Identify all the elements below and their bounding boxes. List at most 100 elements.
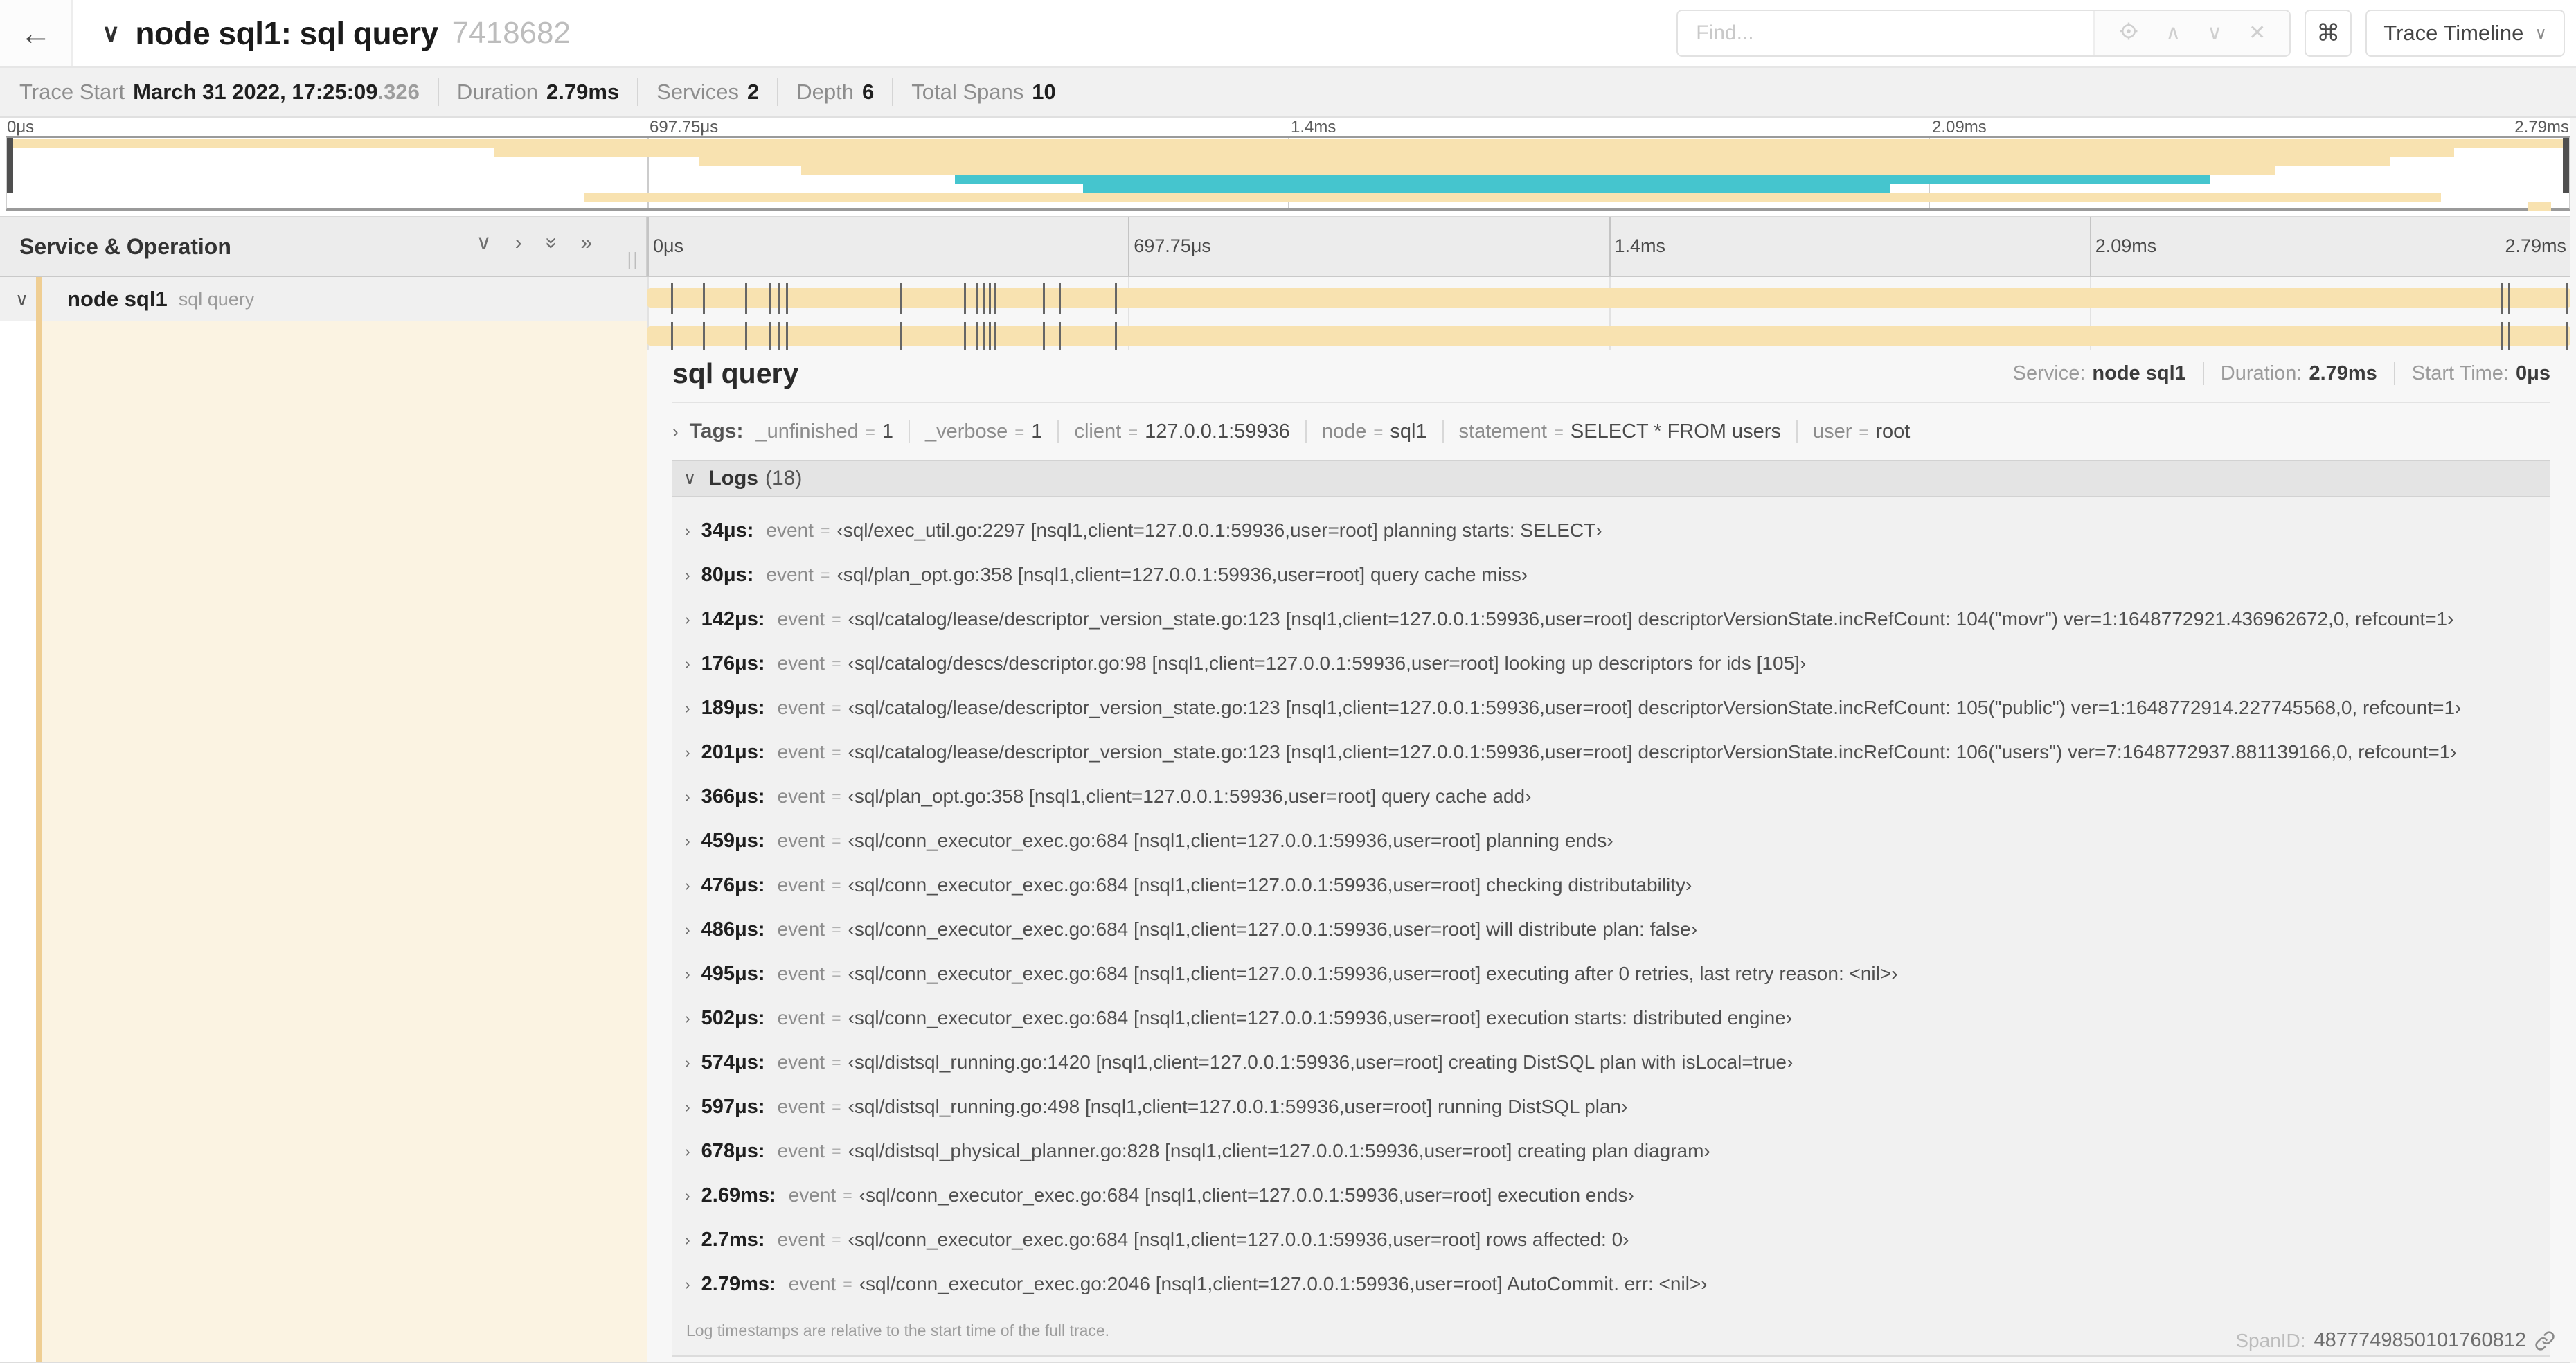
equals-sign: = — [820, 565, 830, 584]
log-field-value: ‹sql/distsql_running.go:1420 [nsql1,clie… — [848, 1051, 1794, 1073]
tag-item: user = root — [1813, 420, 1910, 443]
detail-meta: Service: node sql1 Duration: 2.79ms Star… — [2013, 362, 2550, 385]
divider — [1442, 420, 1444, 443]
log-marker — [745, 283, 748, 314]
find-input[interactable] — [1678, 11, 2094, 55]
span-bar-cell[interactable] — [647, 277, 2570, 321]
summary-value-suffix: .326 — [377, 80, 420, 104]
view-selector-button[interactable]: Trace Timeline ∨ — [2365, 10, 2565, 57]
divider — [892, 78, 894, 106]
log-entry[interactable]: › 189μs: event = ‹sql/catalog/lease/descript… — [672, 686, 2550, 730]
minimap-scrubber-left[interactable] — [7, 138, 13, 193]
service-operation-title: Service & Operation — [19, 233, 231, 259]
log-marker — [900, 322, 902, 350]
double-chevron-down-icon[interactable]: » — [540, 238, 563, 249]
minimap-span-bar — [2528, 202, 2552, 211]
service-operation-header: Service & Operation ∨ › » » || — [0, 217, 647, 276]
log-entry[interactable]: › 2.79ms: event = ‹sql/conn_executor_exec.go… — [672, 1262, 2550, 1306]
chevron-up-icon[interactable]: ∧ — [2165, 23, 2181, 44]
tag-key: _verbose — [924, 420, 1008, 443]
trace-title-wrap[interactable]: ∨ node sql1: sql query 7418682 — [102, 15, 571, 52]
equals-sign: = — [1014, 422, 1025, 442]
keyboard-shortcuts-button[interactable]: ⌘ — [2305, 10, 2352, 57]
logs-header[interactable]: ∨ Logs (18) — [672, 460, 2550, 497]
log-entry[interactable]: › 201μs: event = ‹sql/catalog/lease/descript… — [672, 730, 2550, 774]
ruler-tick-label: 2.09ms — [2095, 235, 2157, 256]
log-entry[interactable]: › 34μs: event = ‹sql/exec_util.go:2297 [nsql… — [672, 508, 2550, 553]
span-name: sql query — [672, 357, 799, 389]
log-marker — [786, 322, 789, 350]
log-field-value: ‹sql/conn_executor_exec.go:2046 [nsql1,c… — [859, 1273, 1708, 1294]
log-field-key: event — [777, 1051, 825, 1073]
crosshair-icon[interactable] — [2118, 21, 2139, 46]
log-entry[interactable]: › 574μs: event = ‹sql/distsql_running.go:142… — [672, 1040, 2550, 1085]
minimap-scrubber-right[interactable] — [2563, 138, 2569, 193]
summary-value: 2.79ms — [546, 80, 620, 104]
chevron-right-icon: › — [685, 565, 690, 584]
detail-title-row: sql query Service: node sql1 Duration: 2… — [672, 352, 2550, 395]
trace-summary-bar: Trace Start March 31 2022, 17:25:09.326 Du… — [0, 66, 2576, 118]
log-entry[interactable]: › 176μs: event = ‹sql/catalog/descs/descript… — [672, 641, 2550, 686]
log-field-value: ‹sql/catalog/lease/descriptor_version_st… — [848, 741, 2457, 763]
span-name-cell[interactable]: ∨ node sql1 sql query — [0, 277, 647, 321]
service-name: node sql1 — [67, 287, 168, 311]
spanid-row: SpanID: 4877749850101760812 — [2235, 1329, 2555, 1352]
chevron-right-icon: › — [685, 521, 690, 540]
divider — [1796, 420, 1798, 443]
log-timestamp: 459μs: — [701, 829, 765, 852]
log-entry[interactable]: › 678μs: event = ‹sql/distsql_physical_plann… — [672, 1129, 2550, 1173]
chevron-down-icon[interactable]: ∨ — [15, 289, 28, 310]
operation-name: sql query — [178, 288, 255, 310]
log-marker — [975, 283, 978, 314]
back-button[interactable]: ← — [0, 0, 73, 66]
log-marker — [2501, 322, 2504, 350]
log-entry[interactable]: › 486μs: event = ‹sql/conn_executor_exec.go:… — [672, 907, 2550, 952]
equals-sign: = — [832, 875, 841, 894]
tag-value: SELECT * FROM users — [1570, 420, 1781, 443]
log-marker — [745, 322, 748, 350]
chevron-down-icon[interactable]: ∨ — [2207, 23, 2222, 44]
span-detail-panel: sql query Service: node sql1 Duration: 2… — [647, 321, 2576, 1362]
log-entry[interactable]: › 2.7ms: event = ‹sql/conn_executor_exec.go:… — [672, 1218, 2550, 1262]
equals-sign: = — [832, 831, 841, 850]
log-marker — [670, 322, 673, 350]
log-entry[interactable]: › 597μs: event = ‹sql/distsql_running.go:498… — [672, 1085, 2550, 1129]
log-entry[interactable]: › 459μs: event = ‹sql/conn_executor_exec.go:… — [672, 819, 2550, 863]
equals-sign: = — [843, 1186, 852, 1204]
divider — [2393, 362, 2395, 385]
log-timestamp: 2.7ms: — [701, 1228, 765, 1251]
duration-value: 2.79ms — [2309, 362, 2377, 384]
log-marker — [963, 283, 966, 314]
log-entry[interactable]: › 80μs: event = ‹sql/plan_opt.go:358 [nsql1,… — [672, 553, 2550, 597]
double-chevron-right-icon[interactable]: » — [580, 233, 592, 253]
link-icon[interactable] — [2534, 1330, 2555, 1351]
chevron-down-icon[interactable]: ∨ — [476, 233, 492, 253]
tags-toggle[interactable]: › Tags: _unfinished = 1 _verbose = 1 client = 12… — [672, 416, 2550, 447]
log-field-key: event — [777, 1007, 825, 1028]
scrollbar-gutter[interactable] — [2570, 118, 2576, 1363]
column-resizer[interactable]: || — [627, 249, 639, 270]
log-entry[interactable]: › 476μs: event = ‹sql/conn_executor_exec.go:… — [672, 863, 2550, 907]
log-entry[interactable]: › 2.69ms: event = ‹sql/conn_executor_exec.go… — [672, 1173, 2550, 1218]
log-entry[interactable]: › 366μs: event = ‹sql/plan_opt.go:358 [nsql1… — [672, 774, 2550, 819]
clear-icon[interactable]: ✕ — [2248, 23, 2266, 44]
start-time-value: 0μs — [2516, 362, 2550, 384]
log-marker — [2508, 283, 2511, 314]
log-marker — [769, 283, 771, 314]
log-timestamp: 142μs: — [701, 607, 765, 630]
log-entry[interactable]: › 502μs: event = ‹sql/conn_executor_exec.go:… — [672, 996, 2550, 1040]
log-entry[interactable]: › 142μs: event = ‹sql/catalog/lease/descript… — [672, 597, 2550, 641]
chevron-right-icon: › — [685, 1141, 690, 1160]
tag-key: _unfinished — [755, 420, 859, 443]
gridline — [1609, 217, 1611, 276]
log-entry[interactable]: › 495μs: event = ‹sql/conn_executor_exec.go:… — [672, 952, 2550, 996]
log-marker — [993, 283, 996, 314]
log-marker — [670, 283, 673, 314]
divider — [1057, 420, 1059, 443]
chevron-right-icon[interactable]: › — [515, 233, 522, 253]
chevron-right-icon: › — [685, 1008, 690, 1027]
tag-item: _verbose = 1 — [925, 420, 1042, 443]
equals-sign: = — [865, 422, 875, 442]
log-field-key: event — [777, 697, 825, 718]
minimap-canvas[interactable] — [6, 136, 2570, 211]
